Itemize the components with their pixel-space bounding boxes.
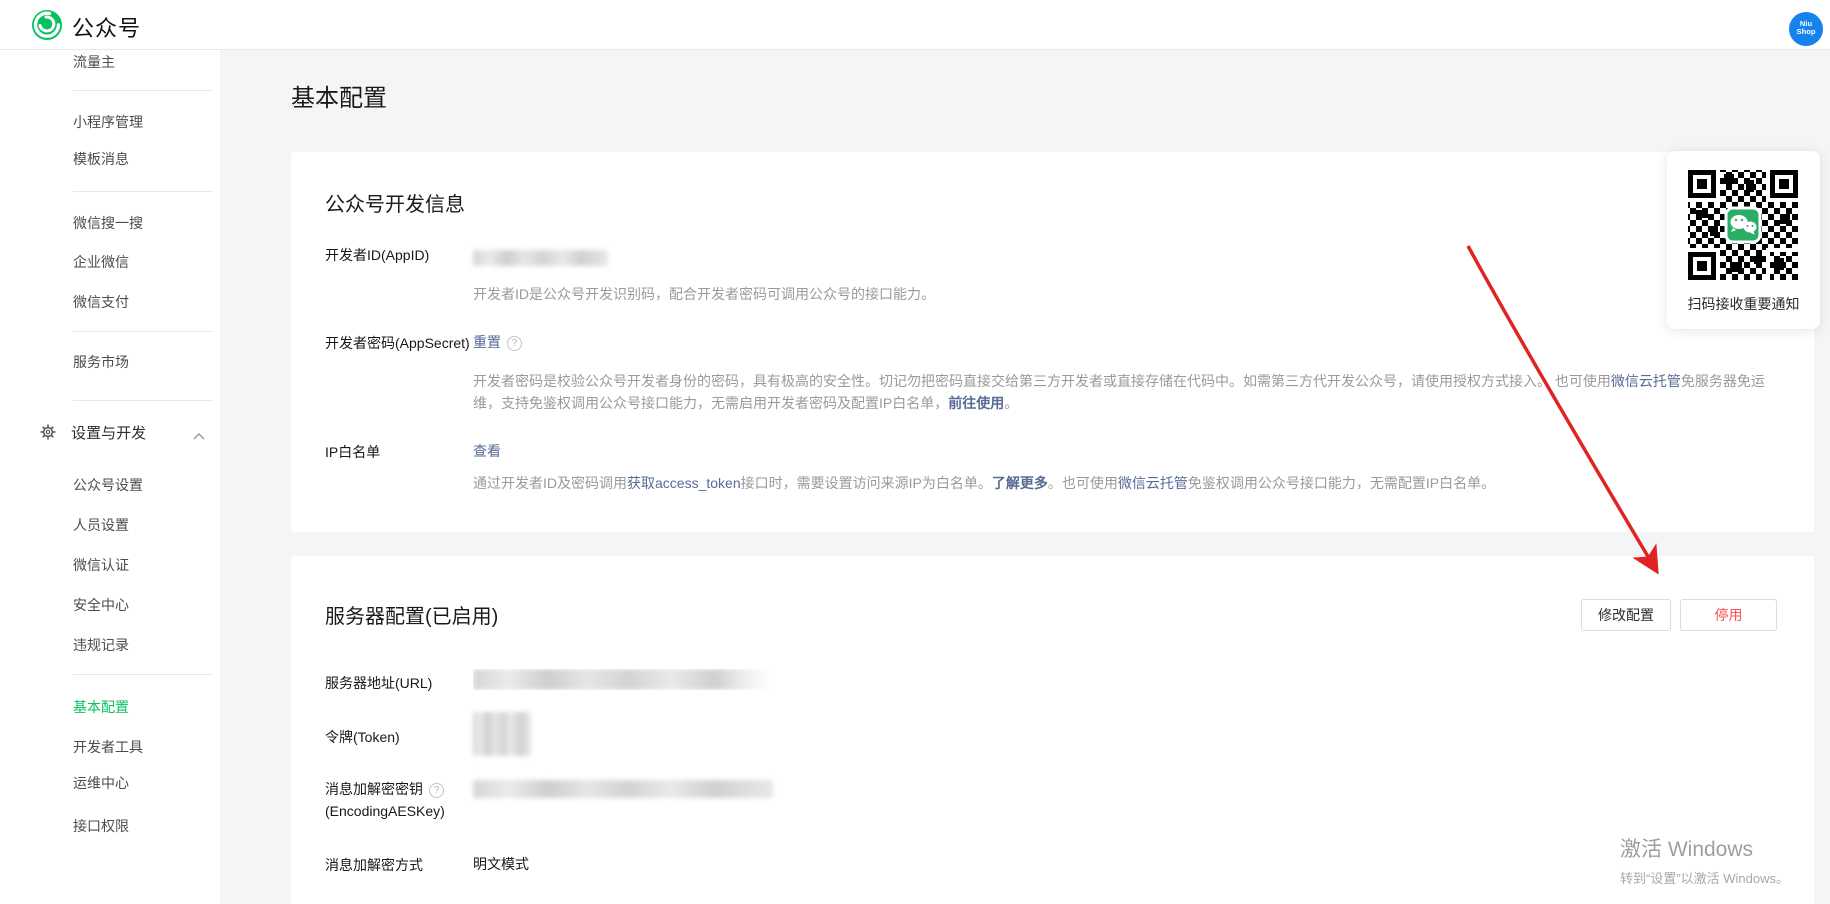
server-config-card: 服务器配置(已启用) 修改配置 停用 服务器地址(URL) 令牌(Token) … (291, 556, 1814, 904)
server-config-title: 服务器配置(已启用) (325, 600, 498, 629)
gear-icon (40, 427, 60, 444)
sidebar-divider (73, 90, 213, 91)
desc-text: 接口时，需要设置访问来源IP为白名单。 (741, 475, 992, 491)
cloud-hosting-link[interactable]: 微信云托管 (1611, 373, 1681, 389)
sidebar-item-security-center[interactable]: 安全中心 (73, 595, 203, 615)
help-icon[interactable] (429, 783, 444, 798)
access-token-link[interactable]: 获取access_token (627, 475, 741, 491)
sidebar-nav: 流量主 小程序管理 模板消息 微信搜一搜 企业微信 微信支付 服务市场 设置与开… (0, 50, 220, 904)
server-url-value-redacted (473, 669, 773, 690)
desc-text: 通过开发者ID及密码调用 (473, 475, 627, 491)
sidebar-divider (73, 674, 213, 675)
dev-info-title: 公众号开发信息 (325, 188, 465, 217)
ip-whitelist-desc: 通过开发者ID及密码调用获取access_token接口时，需要设置访问来源IP… (473, 472, 1765, 494)
qr-notice-panel: 扫码接收重要通知 (1667, 151, 1820, 329)
modify-config-button[interactable]: 修改配置 (1581, 599, 1671, 631)
sidebar-item-ops-center[interactable]: 运维中心 (73, 773, 203, 793)
token-value-redacted (473, 712, 531, 756)
desc-text: 开发者密码是校验公众号开发者身份的密码，具有极高的安全性。切记勿把密码直接交给第… (473, 373, 1611, 389)
niushop-account-badge[interactable]: Niu Shop (1789, 12, 1823, 46)
sidebar-item-miniprogram[interactable]: 小程序管理 (73, 112, 203, 132)
page-title: 基本配置 (291, 78, 387, 113)
sidebar-item-traffic[interactable]: 流量主 (73, 52, 203, 72)
sidebar-item-account-settings[interactable]: 公众号设置 (73, 475, 203, 495)
goto-use-link[interactable]: 前往使用 (948, 395, 1004, 411)
encrypt-method-value: 明文模式 (473, 854, 529, 874)
sidebar-item-api-permission[interactable]: 接口权限 (73, 816, 203, 836)
appsecret-desc: 开发者密码是校验公众号开发者身份的密码，具有极高的安全性。切记勿把密码直接交给第… (473, 370, 1765, 414)
ip-whitelist-label: IP白名单 (325, 441, 475, 463)
aeskey-label-line2: (EncodingAESKey) (325, 803, 445, 819)
server-url-label: 服务器地址(URL) (325, 672, 475, 694)
sidebar-item-search[interactable]: 微信搜一搜 (73, 213, 203, 233)
sidebar-item-staff-settings[interactable]: 人员设置 (73, 515, 203, 535)
sidebar-item-template[interactable]: 模板消息 (73, 149, 203, 169)
sidebar-item-wechat-pay[interactable]: 微信支付 (73, 292, 203, 312)
qr-code-icon (1684, 166, 1802, 284)
chevron-up-icon[interactable] (192, 428, 206, 445)
ip-whitelist-value: 查看 (473, 441, 501, 461)
sidebar-divider (73, 191, 213, 192)
appid-desc: 开发者ID是公众号开发识别码，配合开发者密码可调用公众号的接口能力。 (473, 283, 1765, 305)
learn-more-link[interactable]: 了解更多 (992, 475, 1048, 491)
qr-caption: 扫码接收重要通知 (1667, 294, 1820, 314)
app-title: 公众号 (72, 11, 141, 43)
sidebar-item-wechat-verify[interactable]: 微信认证 (73, 555, 203, 575)
sidebar-item-service-market[interactable]: 服务市场 (73, 352, 203, 372)
encrypt-method-label: 消息加解密方式 (325, 854, 475, 876)
token-label: 令牌(Token) (325, 726, 475, 748)
help-icon[interactable] (507, 336, 522, 351)
appsecret-label: 开发者密码(AppSecret) (325, 332, 475, 354)
desc-text: 免鉴权调用公众号接口能力，无需配置IP白名单。 (1188, 475, 1495, 491)
desc-text: 。 (1004, 395, 1018, 411)
disable-button[interactable]: 停用 (1680, 599, 1777, 631)
app-header: 公众号 Niu Shop (0, 0, 1830, 50)
aeskey-value-redacted (473, 780, 773, 798)
sidebar-divider (73, 400, 213, 401)
appid-value-redacted (473, 250, 608, 266)
desc-text: 。也可使用 (1048, 475, 1118, 491)
aeskey-label-line1: 消息加解密密钥 (325, 781, 423, 797)
badge-line2: Shop (1790, 28, 1822, 36)
dev-info-card: 公众号开发信息 开发者ID(AppID) 开发者ID是公众号开发识别码，配合开发… (291, 152, 1814, 532)
aeskey-label: 消息加解密密钥 (EncodingAESKey) (325, 778, 495, 822)
sidebar-item-dev-tools[interactable]: 开发者工具 (73, 737, 203, 757)
sidebar-item-violation-record[interactable]: 违规记录 (73, 635, 203, 655)
wechat-bubble-icon (1726, 208, 1760, 242)
sidebar-item-basic-config[interactable]: 基本配置 (73, 697, 203, 717)
wechat-oa-logo-icon (30, 8, 64, 42)
sidebar-section-label: 设置与开发 (71, 425, 146, 442)
appsecret-value: 重置 (473, 332, 522, 352)
sidebar-item-work-wechat[interactable]: 企业微信 (73, 252, 203, 272)
sidebar-section-settings-dev[interactable]: 设置与开发 (40, 422, 210, 444)
sidebar-divider (73, 331, 213, 332)
reset-link[interactable]: 重置 (473, 334, 501, 350)
appid-label: 开发者ID(AppID) (325, 244, 475, 266)
cloud-hosting-link[interactable]: 微信云托管 (1118, 475, 1188, 491)
view-link[interactable]: 查看 (473, 443, 501, 459)
